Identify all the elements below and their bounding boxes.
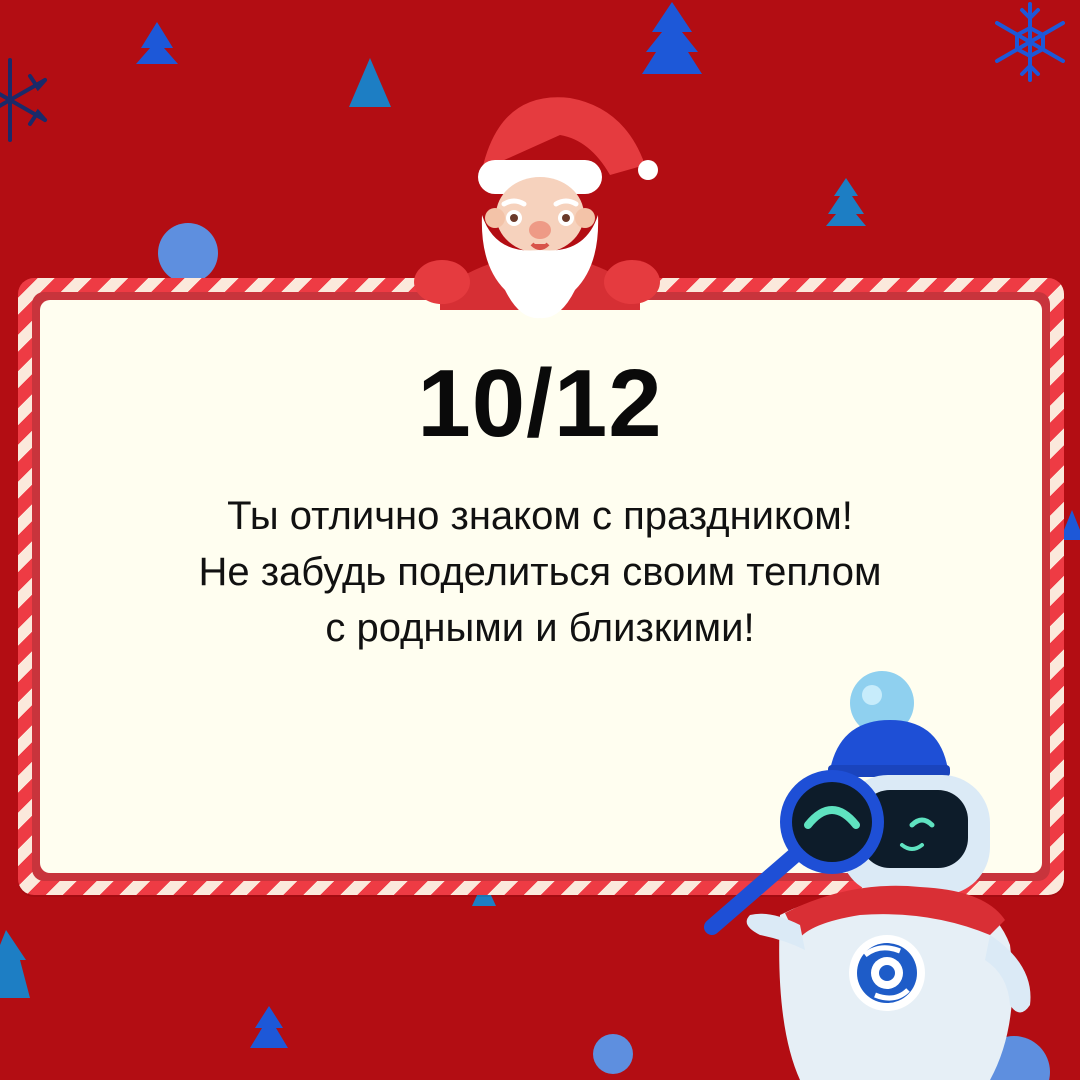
robot-mascot-icon [704, 671, 1031, 1080]
christmas-tree-icon [349, 58, 391, 107]
christmas-tree-icon [0, 930, 30, 998]
circle-icon [593, 1034, 633, 1074]
santa-claus-icon [414, 97, 660, 319]
result-message-line: Не забудь поделиться своим теплом [198, 550, 882, 594]
quiz-score: 10/12 [417, 350, 663, 457]
snowflake-icon [995, 2, 1065, 82]
christmas-tree-icon [826, 178, 866, 226]
christmas-tree-icon [642, 2, 702, 74]
christmas-tree-icon [136, 22, 178, 64]
result-message-line: Ты отлично знаком с праздником! [227, 494, 853, 538]
snowflake-icon [0, 58, 47, 142]
circle-icon [158, 223, 218, 283]
result-message-line: с родными и близкими! [325, 606, 755, 650]
result-message: Ты отлично знаком с праздником! Не забуд… [60, 488, 1020, 656]
christmas-tree-icon [250, 1006, 288, 1048]
